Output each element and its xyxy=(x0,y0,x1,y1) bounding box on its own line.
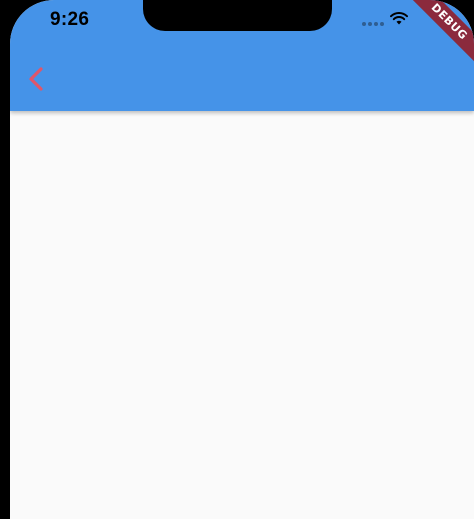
wifi-icon xyxy=(390,12,408,25)
device-notch xyxy=(143,0,332,31)
status-time: 9:26 xyxy=(50,9,90,30)
back-button[interactable] xyxy=(22,64,52,94)
page-content xyxy=(10,111,474,519)
chevron-left-icon xyxy=(29,67,43,91)
signal-dots-icon xyxy=(362,22,384,26)
phone-screen: 9:26 DEBUG xyxy=(10,0,474,519)
